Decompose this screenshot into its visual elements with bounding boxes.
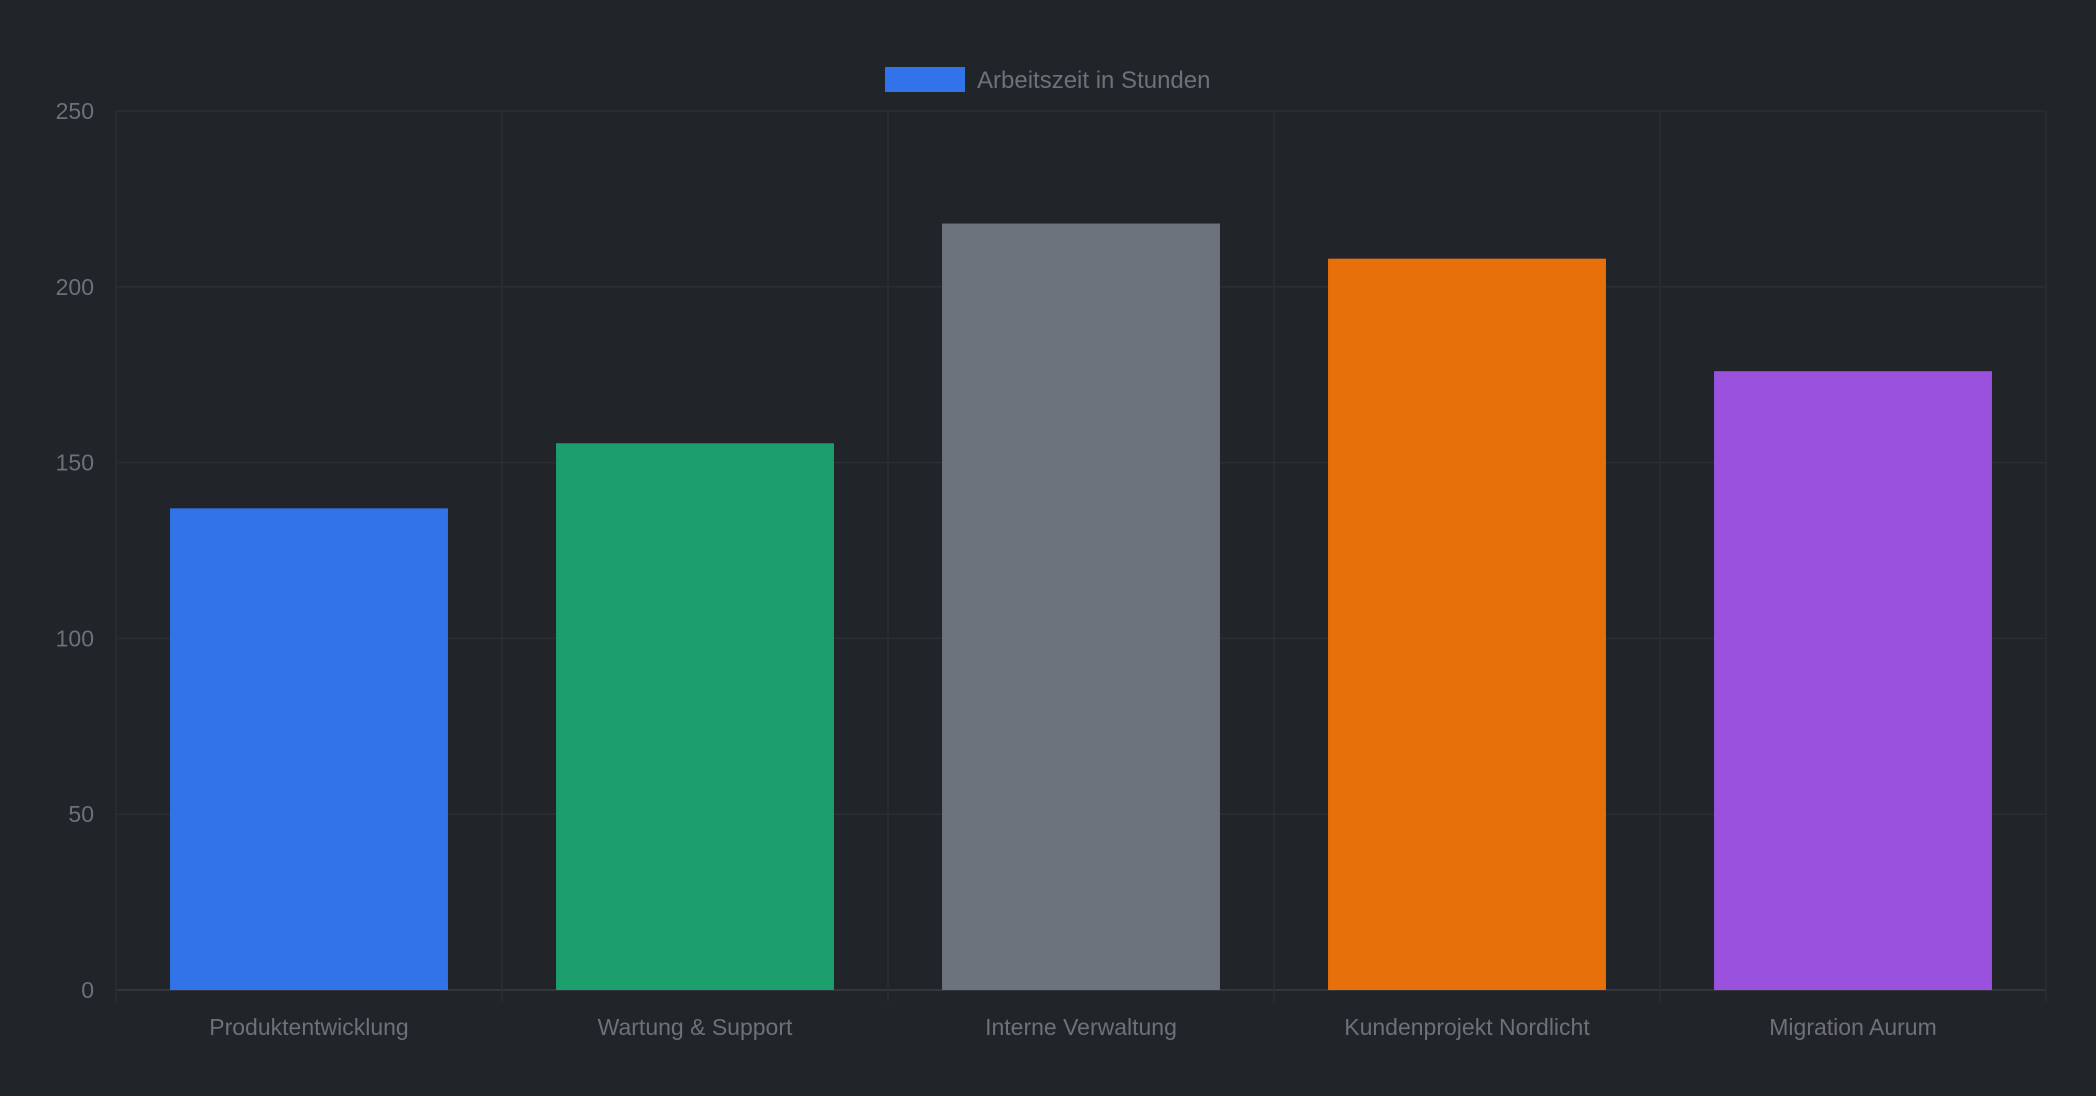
x-tick-label: Produktentwicklung [209,1014,408,1040]
y-tick-label: 150 [56,450,94,476]
x-tick-label: Interne Verwaltung [985,1014,1177,1040]
bar-wartung-support[interactable] [556,443,834,991]
y-tick-label: 50 [68,801,94,827]
y-axis-ticks: 0 50 100 150 200 250 [56,98,94,1003]
legend-label: Arbeitszeit in Stunden [977,67,1210,94]
legend-swatch [885,67,965,92]
y-tick-label: 200 [56,274,94,300]
bar-kundenprojekt-nordlicht[interactable] [1328,258,1606,990]
y-tick-label: 250 [56,98,94,124]
bar-produktentwicklung[interactable] [170,508,448,990]
legend[interactable]: Arbeitszeit in Stunden [885,67,1210,94]
x-tick-label: Migration Aurum [1769,1014,1936,1040]
y-tick-label: 0 [81,977,94,1003]
bar-interne-verwaltung[interactable] [942,223,1220,991]
x-tick-label: Wartung & Support [598,1014,793,1040]
y-tick-label: 100 [56,625,94,651]
chart-root: 0 50 100 150 200 250 Produktentwicklung Wartun… [0,0,2096,1096]
x-tick-label: Kundenprojekt Nordlicht [1344,1014,1590,1040]
x-axis-ticks: Produktentwicklung Wartung & Support Inter… [209,1014,1936,1040]
bar-migration-aurum[interactable] [1714,371,1992,991]
bar-chart: 0 50 100 150 200 250 Produktentwicklung Wartun… [56,67,2047,1040]
bars-layer [170,223,1992,991]
